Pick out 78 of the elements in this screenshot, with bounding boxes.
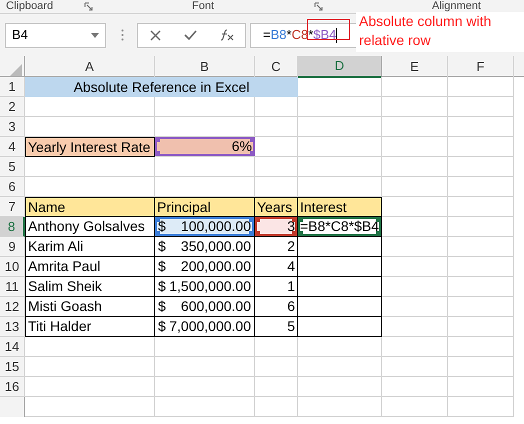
row-header[interactable]: 4 xyxy=(0,137,25,157)
amount: 350,000.00 xyxy=(180,238,251,255)
formula-field[interactable]: =B8*C8*$B4 xyxy=(250,22,356,48)
cell[interactable]: Absolute Reference in Excel xyxy=(25,77,298,97)
name-box[interactable]: B4 xyxy=(5,22,106,48)
cell[interactable]: 6% xyxy=(155,137,255,157)
cell[interactable] xyxy=(298,257,382,277)
currency-symbol: $ xyxy=(158,218,166,235)
cell[interactable]: Years xyxy=(255,197,298,217)
row-header[interactable]: 15 xyxy=(0,357,25,377)
cell[interactable]: 5 xyxy=(255,317,298,337)
row-header[interactable]: 2 xyxy=(0,97,25,117)
cell[interactable]: Karim Ali xyxy=(25,237,155,257)
row-header[interactable]: 1 xyxy=(0,77,25,97)
cell[interactable]: =B8*C8*$B4 xyxy=(298,217,382,237)
currency-symbol: $ xyxy=(158,298,166,315)
check-icon[interactable] xyxy=(184,30,196,40)
column-header[interactable]: D xyxy=(298,56,382,78)
currency-symbol: $ xyxy=(158,238,166,255)
cell[interactable]: Titi Halder xyxy=(25,317,155,337)
amount: 7,000,000.00 xyxy=(169,318,251,335)
amount: 100,000.00 xyxy=(180,218,251,235)
cell[interactable]: Name xyxy=(25,197,155,217)
cell[interactable] xyxy=(298,237,382,257)
cell[interactable]: Yearly Interest Rate xyxy=(25,137,155,157)
row-header[interactable]: 16 xyxy=(0,377,25,397)
cell[interactable] xyxy=(298,317,382,337)
cell[interactable]: Principal xyxy=(155,197,255,217)
row-header[interactable] xyxy=(0,397,25,417)
row-header[interactable]: 10 xyxy=(0,257,25,277)
amount: 1,500,000.00 xyxy=(169,278,251,295)
cell[interactable]: 3 xyxy=(255,217,298,237)
currency-symbol: $ xyxy=(158,318,166,335)
cell[interactable]: Salim Sheik xyxy=(25,277,155,297)
ribbon-group-label: Alignment xyxy=(432,0,481,13)
row-header[interactable]: 9 xyxy=(0,237,25,257)
cell[interactable]: Amrita Paul xyxy=(25,257,155,277)
cell[interactable]: 2 xyxy=(255,237,298,257)
cell[interactable]: $ 7,000,000.00 xyxy=(155,317,255,337)
cell[interactable]: $ 200,000.00 xyxy=(155,257,255,277)
row-header[interactable]: 8 xyxy=(0,217,25,237)
dialog-launcher-icon[interactable] xyxy=(84,2,93,11)
cell[interactable]: 6 xyxy=(255,297,298,317)
cell[interactable] xyxy=(298,277,382,297)
cell[interactable]: 4 xyxy=(255,257,298,277)
cell[interactable]: $ 1,500,000.00 xyxy=(155,277,255,297)
cell[interactable]: Interest xyxy=(298,197,382,217)
row-header[interactable]: 12 xyxy=(0,297,25,317)
cell[interactable]: $ 350,000.00 xyxy=(155,237,255,257)
row-header[interactable]: 13 xyxy=(0,317,25,337)
cell[interactable]: $ 100,000.00 xyxy=(155,217,255,237)
ribbon-group-label: Font xyxy=(192,0,214,13)
row-header[interactable]: 7 xyxy=(0,197,25,217)
ribbon-group-label: Clipboard xyxy=(6,0,54,13)
column-header[interactable]: E xyxy=(382,56,448,78)
row-header[interactable]: 14 xyxy=(0,337,25,357)
row-header[interactable]: 11 xyxy=(0,277,25,297)
text-cursor xyxy=(336,28,338,42)
column-header[interactable]: F xyxy=(448,56,514,78)
dropdown-caret-icon xyxy=(91,32,99,38)
annotation-text: Absolute column with relative row xyxy=(356,12,524,52)
drag-handle-icon[interactable] xyxy=(121,29,124,41)
cell[interactable]: Misti Goash xyxy=(25,297,155,317)
row-header[interactable]: 5 xyxy=(0,157,25,177)
amount: 200,000.00 xyxy=(180,258,251,275)
currency-symbol: $ xyxy=(158,258,166,275)
cell[interactable]: 1 xyxy=(255,277,298,297)
dialog-launcher-icon[interactable] xyxy=(314,2,323,11)
cell[interactable] xyxy=(298,297,382,317)
row-header[interactable]: 3 xyxy=(0,117,25,137)
currency-symbol: $ xyxy=(158,278,166,295)
amount: 600,000.00 xyxy=(180,298,251,315)
cell[interactable]: $ 600,000.00 xyxy=(155,297,255,317)
formula-text: =B8*C8*$B4 xyxy=(263,26,336,44)
highlight-frame xyxy=(307,19,350,40)
cancel-icon[interactable] xyxy=(150,30,160,40)
row-header[interactable]: 6 xyxy=(0,177,25,197)
function-icon[interactable] xyxy=(220,29,234,41)
